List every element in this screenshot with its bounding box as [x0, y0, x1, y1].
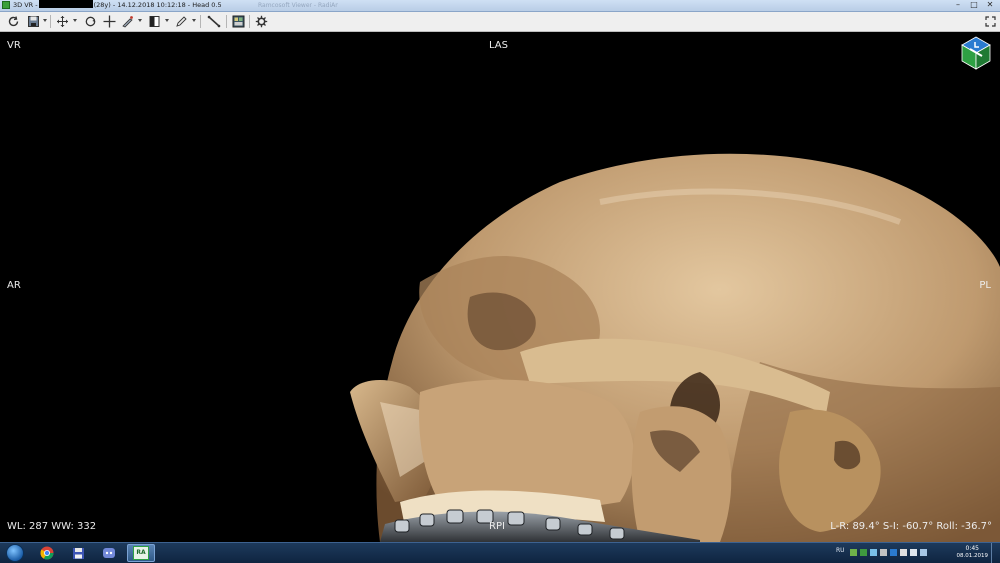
language-indicator[interactable]: RU — [836, 547, 845, 554]
close-button[interactable]: ✕ — [982, 0, 998, 11]
tray-icons — [850, 549, 927, 556]
rotate-icon[interactable] — [82, 14, 98, 29]
window-level-dropdown-icon[interactable] — [165, 19, 169, 22]
minimize-button[interactable]: – — [950, 0, 966, 11]
tray-display-icon[interactable] — [920, 549, 927, 556]
pen-icon[interactable] — [173, 14, 189, 29]
tray-cloud-icon[interactable] — [870, 549, 877, 556]
overlay-rotation-angles: L-R: 89.4° S-I: -60.7° Roll: -36.7° — [830, 521, 992, 532]
orientation-cube[interactable] — [960, 35, 992, 71]
scalpel-dropdown-icon[interactable] — [138, 19, 142, 22]
taskbar-radiant[interactable]: RA — [127, 544, 155, 562]
pan-icon[interactable] — [54, 14, 70, 29]
title-suffix: (28y) - 14.12.2018 10:12:18 - Head 0.5 — [93, 1, 222, 9]
refresh-icon[interactable] — [5, 14, 21, 29]
ruler-icon[interactable] — [205, 14, 223, 29]
app-icon — [2, 1, 10, 9]
toolbar-separator — [50, 15, 51, 28]
floppy-icon — [72, 547, 84, 559]
taskbar-discord[interactable] — [95, 544, 123, 562]
overlay-mid-right: PL — [979, 280, 991, 291]
taskbar-chrome[interactable] — [33, 544, 61, 562]
taskbar-save-app[interactable] — [64, 544, 92, 562]
clock-date: 08.01.2019 — [956, 553, 989, 559]
crosshair-icon[interactable] — [101, 14, 117, 29]
background-window-title: Ramcosoft Viewer - RadiAnt — [258, 2, 338, 9]
pan-dropdown-icon[interactable] — [73, 19, 77, 22]
title-prefix: 3D VR - — [13, 1, 38, 9]
tray-app-icon[interactable] — [850, 549, 857, 556]
settings-icon[interactable] — [253, 14, 269, 29]
overlay-window-level: WL: 287 WW: 332 — [7, 521, 97, 532]
discord-icon — [103, 548, 115, 558]
window-title: 3D VR - (28y) - 14.12.2018 10:12:18 - Hea… — [13, 0, 222, 11]
tray-flag-icon[interactable] — [900, 549, 907, 556]
redacted-patient-name — [38, 0, 93, 8]
pen-dropdown-icon[interactable] — [192, 19, 196, 22]
window-level-icon[interactable] — [146, 14, 162, 29]
tray-volume-icon[interactable] — [910, 549, 917, 556]
windows-logo-icon — [5, 544, 24, 562]
title-bar: 3D VR - (28y) - 14.12.2018 10:12:18 - Hea… — [0, 0, 1000, 12]
clock[interactable]: 0:45 08.01.2019 — [957, 545, 989, 560]
clock-time: 0:45 — [965, 545, 979, 552]
skull-render — [350, 153, 1000, 542]
taskbar: RA RU 0:45 08.01.2019 — [0, 542, 1000, 563]
window-controls: – □ ✕ — [950, 0, 998, 11]
toolbar-separator — [249, 15, 250, 28]
tray-discord-icon[interactable] — [880, 549, 887, 556]
toolbar-separator — [200, 15, 201, 28]
toolbar-separator — [226, 15, 227, 28]
save-icon[interactable] — [25, 14, 41, 29]
vr-viewport[interactable]: VR LAS AR PL WL: 287 WW: 332 RPI L-R: 89… — [0, 32, 1000, 542]
radiant-icon: RA — [133, 546, 149, 560]
save-dropdown-icon[interactable] — [43, 19, 47, 22]
fullscreen-icon[interactable] — [982, 13, 998, 29]
overlay-bottom-center: RPI — [489, 521, 505, 532]
tray-network-icon[interactable] — [890, 549, 897, 556]
start-button[interactable] — [1, 543, 28, 563]
overlay-top-left: VR — [7, 40, 21, 51]
tray-nvidia-icon[interactable] — [860, 549, 867, 556]
overlay-mid-left: AR — [7, 280, 21, 291]
overlay-top-center: LAS — [489, 40, 508, 51]
maximize-button[interactable]: □ — [966, 0, 982, 11]
mpr-icon[interactable] — [230, 14, 246, 29]
scalpel-icon[interactable] — [119, 14, 135, 29]
show-desktop-button[interactable] — [991, 543, 1000, 563]
toolbar — [0, 12, 1000, 32]
chrome-icon — [40, 546, 54, 560]
